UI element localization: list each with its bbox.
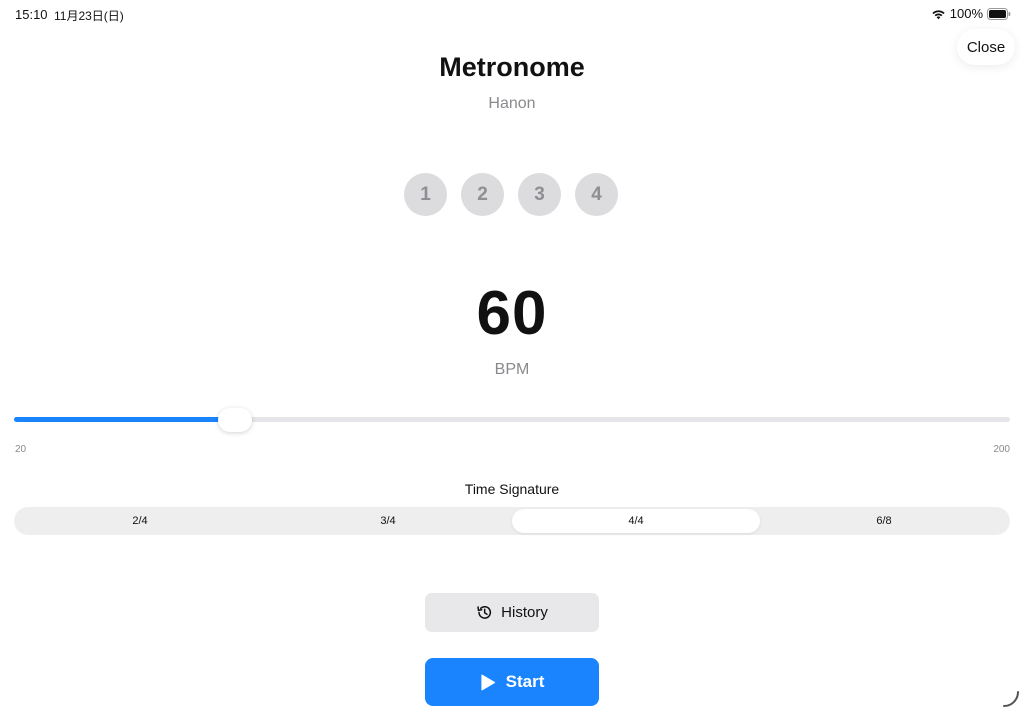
bpm-label: BPM bbox=[494, 361, 530, 378]
bpm-value: 60 bbox=[476, 279, 548, 348]
beat-indicator-2: 2 bbox=[461, 173, 504, 216]
page-title: Metronome bbox=[439, 52, 585, 82]
time-signature-3-4[interactable]: 3/4 bbox=[264, 509, 512, 533]
status-time: 15:10 bbox=[15, 7, 48, 22]
time-signature-4-4[interactable]: 4/4 bbox=[512, 509, 760, 533]
wifi-icon bbox=[932, 9, 945, 19]
time-signature-6-8[interactable]: 6/8 bbox=[760, 509, 1008, 533]
time-signature-2-4[interactable]: 2/4 bbox=[16, 509, 264, 533]
beat-indicator-3: 3 bbox=[518, 173, 561, 216]
history-icon bbox=[477, 605, 492, 619]
play-icon bbox=[481, 674, 495, 690]
slider-thumb[interactable] bbox=[218, 408, 253, 432]
beat-indicators: 1 2 3 4 bbox=[404, 173, 618, 216]
slider-max-label: 200 bbox=[993, 444, 1010, 455]
page-subtitle: Hanon bbox=[488, 95, 536, 112]
history-button-label: History bbox=[501, 604, 548, 621]
battery-percentage: 100% bbox=[949, 6, 983, 21]
status-bar: 15:10 11月23日(日) 100% bbox=[0, 0, 1024, 28]
history-button[interactable]: History bbox=[425, 593, 599, 632]
start-button-label: Start bbox=[505, 672, 545, 691]
bpm-slider[interactable] bbox=[14, 408, 1010, 432]
time-signature-label: Time Signature bbox=[464, 481, 560, 497]
start-button[interactable]: Start bbox=[425, 658, 599, 706]
battery-icon bbox=[987, 7, 1011, 20]
status-date: 11月23日(日) bbox=[54, 9, 124, 23]
resize-handle-icon[interactable] bbox=[1002, 690, 1020, 708]
beat-indicator-1: 1 bbox=[404, 173, 447, 216]
status-indicators: 100% bbox=[931, 6, 1011, 21]
beat-indicator-4: 4 bbox=[575, 173, 618, 216]
time-signature-control: 2/4 3/4 4/4 6/8 bbox=[14, 507, 1010, 535]
slider-min-label: 20 bbox=[15, 444, 27, 455]
slider-fill bbox=[14, 417, 236, 422]
